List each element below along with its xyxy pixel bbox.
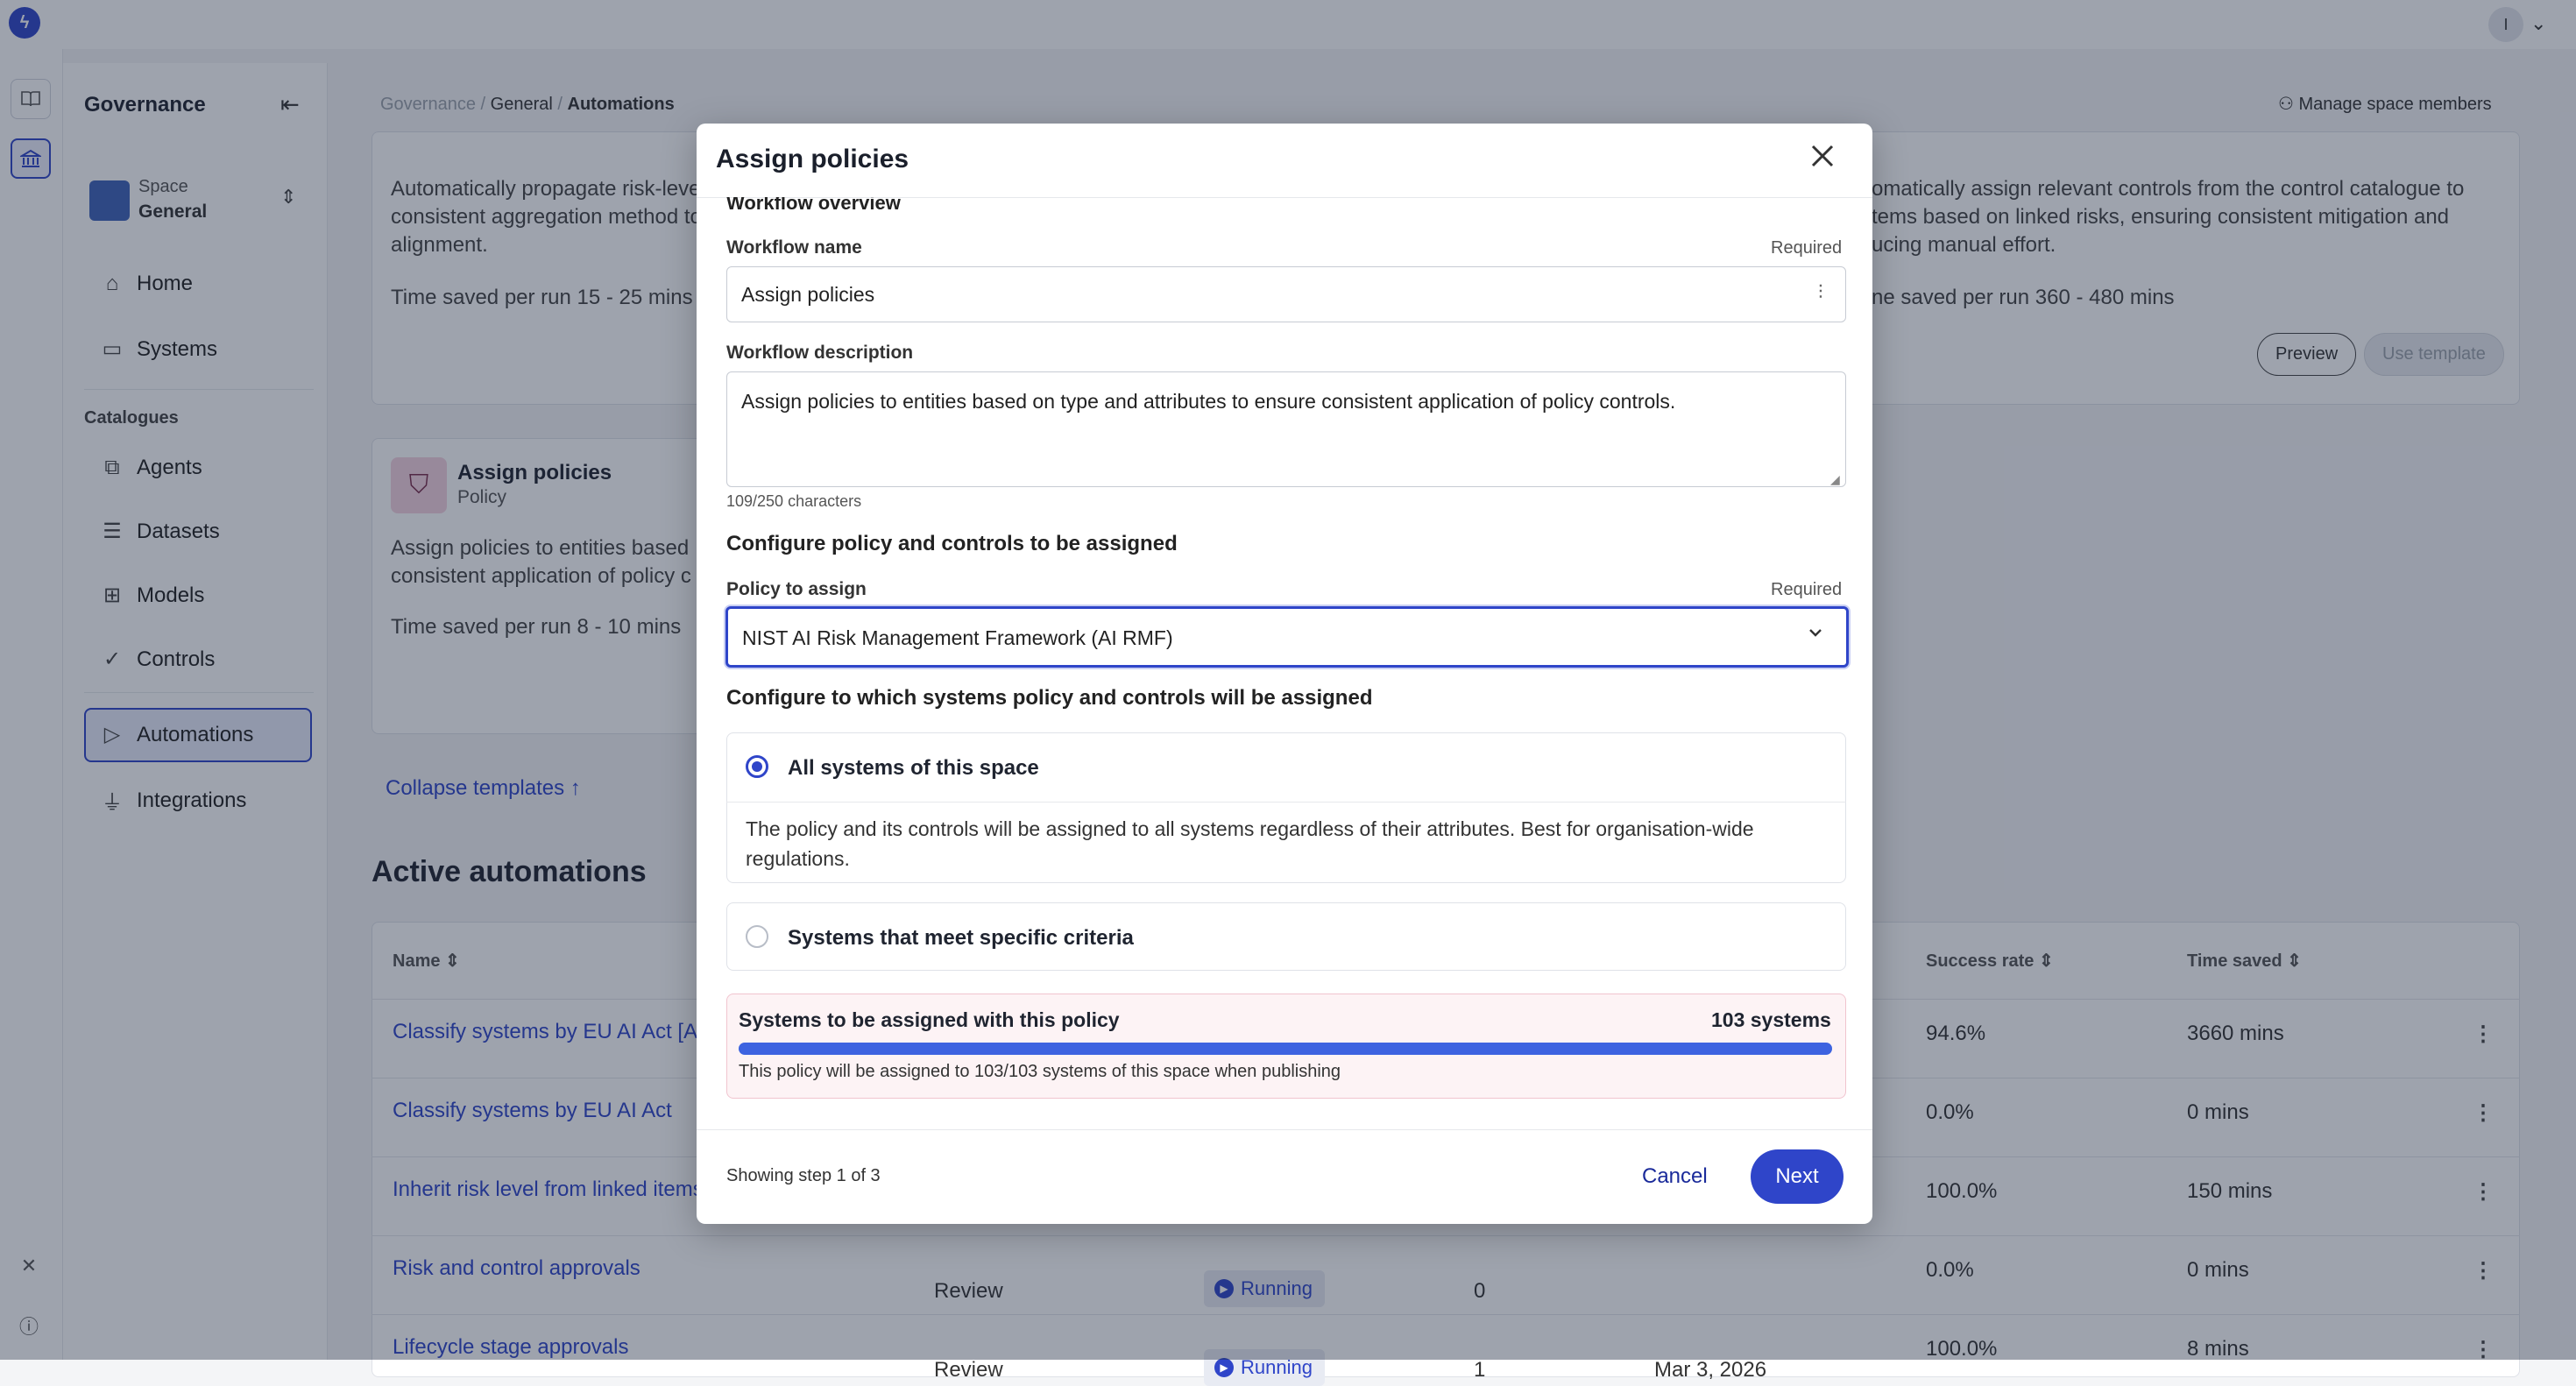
section-configure-policy: Configure policy and controls to be assi… bbox=[726, 532, 1178, 555]
resize-handle-icon[interactable]: ◢ bbox=[1830, 472, 1840, 487]
policy-label: Policy to assign bbox=[726, 579, 867, 599]
divider bbox=[697, 1129, 1872, 1130]
workflow-name-label: Workflow name bbox=[726, 237, 862, 258]
dialog-title: Assign policies bbox=[716, 145, 909, 173]
workflow-description-textarea[interactable]: Assign policies to entities based on typ… bbox=[726, 371, 1846, 487]
progress-track bbox=[739, 1043, 1832, 1055]
step-indicator: Showing step 1 of 3 bbox=[726, 1166, 881, 1185]
option-all-systems-description: The policy and its controls will be assi… bbox=[746, 817, 1754, 870]
progress-fill bbox=[739, 1043, 1832, 1055]
close-icon[interactable] bbox=[1808, 141, 1837, 177]
text-cursor-icon: ⫶ bbox=[1818, 281, 1823, 303]
option-specific-criteria-label[interactable]: Systems that meet specific criteria bbox=[788, 926, 1134, 951]
assignment-count: 103 systems bbox=[1711, 1008, 1831, 1031]
workflow-name-input[interactable]: Assign policies bbox=[726, 266, 1846, 322]
section-configure-systems: Configure to which systems policy and co… bbox=[726, 686, 1373, 710]
chevron-down-icon[interactable] bbox=[1806, 623, 1825, 647]
char-count: 109/250 characters bbox=[726, 492, 862, 510]
automation-type: Review bbox=[934, 1358, 1003, 1382]
next-button[interactable]: Next bbox=[1751, 1149, 1844, 1204]
assign-policies-dialog: Assign policies Workflow overview Workfl… bbox=[697, 124, 1872, 1224]
assignment-note: This policy will be assigned to 103/103 … bbox=[739, 1062, 1341, 1081]
cancel-button[interactable]: Cancel bbox=[1642, 1164, 1708, 1189]
workflow-description-label: Workflow description bbox=[726, 343, 914, 363]
radio-specific-criteria[interactable] bbox=[746, 925, 768, 948]
policy-select[interactable]: NIST AI Risk Management Framework (AI RM… bbox=[725, 606, 1849, 668]
divider bbox=[726, 802, 1846, 803]
option-all-systems-label[interactable]: All systems of this space bbox=[788, 756, 1039, 781]
radio-all-systems[interactable] bbox=[746, 755, 768, 778]
section-workflow-overview: Workflow overview bbox=[726, 192, 901, 214]
assignment-summary-label: Systems to be assigned with this policy bbox=[739, 1008, 1120, 1031]
automation-last-run: Mar 3, 2026 bbox=[1654, 1358, 1767, 1382]
automation-runs: 1 bbox=[1474, 1358, 1486, 1382]
required-indicator: Required bbox=[1771, 238, 1843, 258]
required-indicator: Required bbox=[1771, 580, 1843, 599]
play-icon: ▶ bbox=[1214, 1358, 1234, 1377]
